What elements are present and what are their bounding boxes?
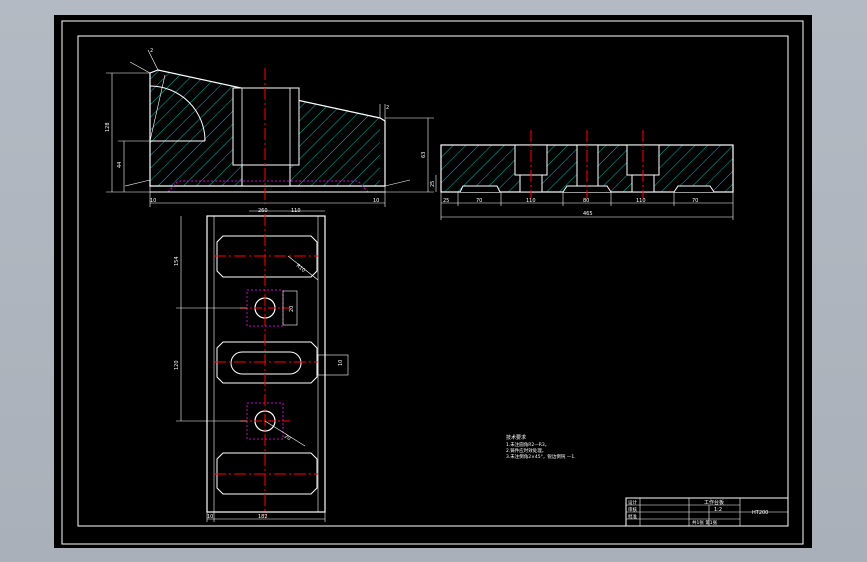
- dim-seg4: 110: [636, 198, 646, 204]
- dim-bottom-left: 10: [207, 514, 213, 520]
- dim-height-right: 63: [421, 152, 427, 158]
- scale: 1:2: [714, 507, 722, 513]
- notes-title: 技术要求: [506, 434, 526, 441]
- dim-top-width: 110: [291, 208, 301, 214]
- cad-drawing: 128 44 63 260 10 10 2 2 25 70 110 80 110…: [54, 15, 812, 548]
- dim-step: 25: [443, 198, 449, 204]
- side-view-pocket: [232, 87, 300, 166]
- dim-left-height: 25: [430, 181, 436, 187]
- dim-height-left: 44: [117, 162, 123, 168]
- dim-chamfer-right: 2: [386, 105, 389, 111]
- dim-seg3: 80: [583, 198, 589, 204]
- part-name: 工作台板: [704, 499, 724, 506]
- label-design: 设计: [628, 499, 637, 506]
- notes-line3: 3.未注倒角2×45°，锐边倒钝 —1.: [506, 453, 576, 460]
- dim-side-tab: 10: [338, 360, 344, 366]
- dim-overall: 465: [583, 211, 593, 217]
- dim-seg1: 70: [476, 198, 482, 204]
- dim-seg2: 110: [526, 198, 536, 204]
- label-check: 审核: [628, 506, 637, 513]
- dim-height-total: 128: [105, 122, 111, 132]
- dim-left-top: 154: [174, 256, 180, 266]
- dim-left-mid: 120: [174, 360, 180, 370]
- dim-bottom-width: 182: [258, 514, 268, 520]
- dim-seg5: 70: [692, 198, 698, 204]
- dim-foot-right: 10: [373, 198, 379, 204]
- dim-hole-tab: 20: [289, 306, 295, 312]
- notes-line2: 2.铸件应时效处理。: [506, 447, 546, 454]
- dim-foot-left: 10: [150, 198, 156, 204]
- label-qty: 共1张 第1张: [692, 519, 718, 526]
- notes-line1: 1.未注圆角R2—R3。: [506, 441, 549, 448]
- material: HT200: [752, 510, 768, 516]
- dim-chamfer-top: 2: [150, 48, 153, 54]
- label-approve: 批准: [628, 513, 637, 520]
- side-view-bore: [241, 164, 291, 187]
